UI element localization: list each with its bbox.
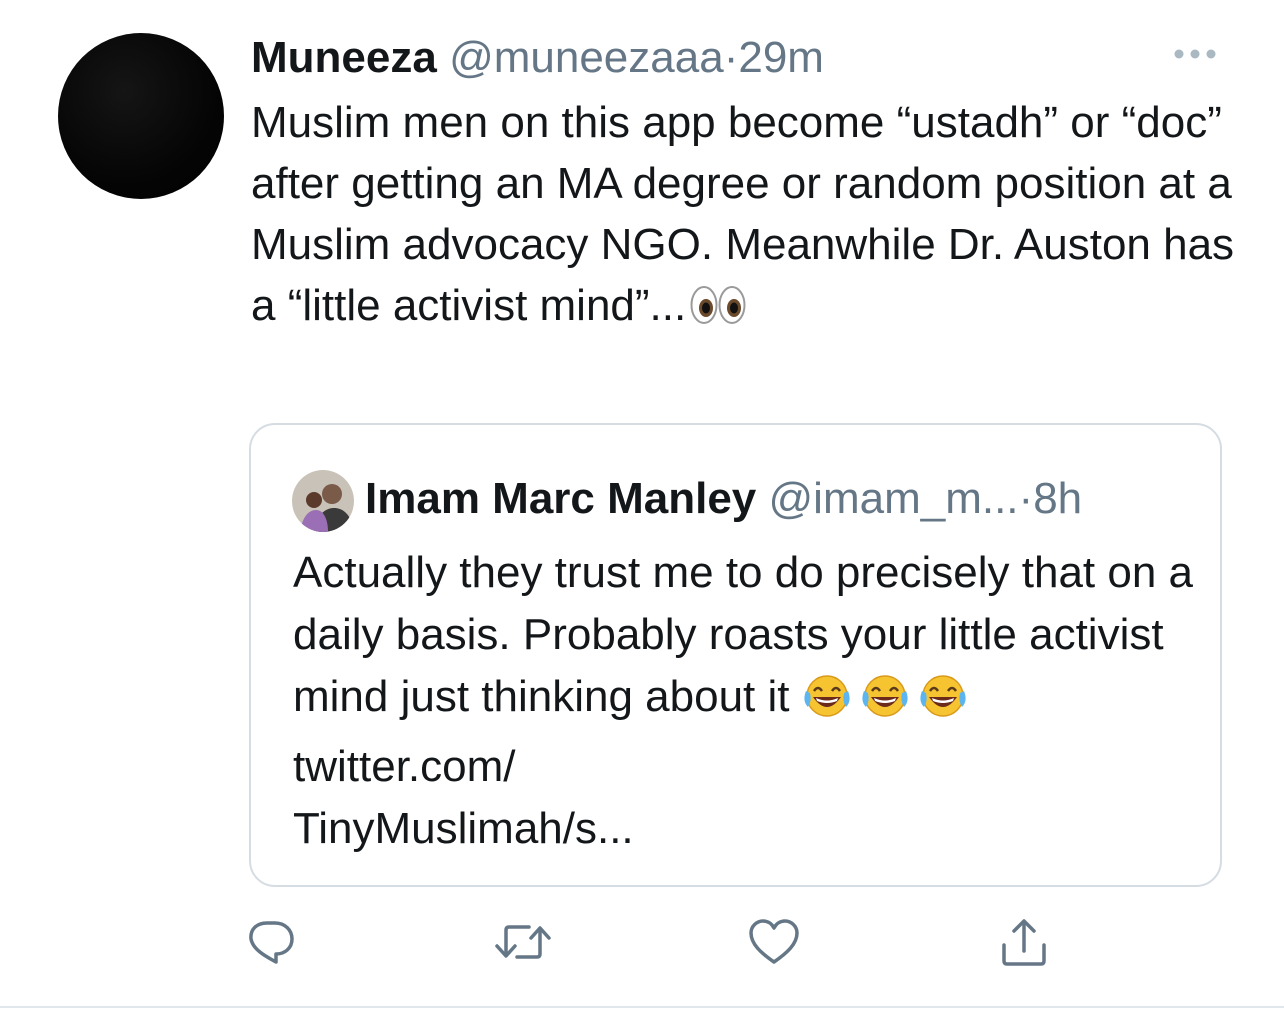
share-icon <box>998 917 1050 972</box>
handle[interactable]: @muneezaaa <box>449 33 724 82</box>
quoted-display-name[interactable]: Imam Marc Manley <box>365 474 756 523</box>
separator: · <box>723 33 739 82</box>
quoted-tweet[interactable]: Imam Marc Manley @imam_m...·8h Actually … <box>249 423 1222 887</box>
quoted-text: Actually they trust me to do precisely t… <box>293 542 1193 860</box>
face-with-tears-of-joy-emoji <box>860 673 910 736</box>
face-with-tears-of-joy-emoji <box>802 673 852 736</box>
share-button[interactable] <box>994 914 1054 974</box>
quoted-timestamp[interactable]: 8h <box>1033 474 1082 523</box>
like-button[interactable] <box>744 914 804 974</box>
eyes-emoji <box>690 281 746 342</box>
timestamp[interactable]: 29m <box>738 33 824 82</box>
quoted-link[interactable]: twitter.com/ TinyMuslimah/s... <box>293 742 634 853</box>
quoted-avatar[interactable] <box>292 470 354 532</box>
retweet-icon <box>493 920 553 969</box>
heart-icon <box>747 918 801 971</box>
reply-button[interactable] <box>241 914 301 974</box>
quoted-separator: · <box>1018 474 1034 523</box>
tweet[interactable]: Muneeza @muneezaaa·29m Muslim men on thi… <box>0 0 1284 1008</box>
quoted-text-content: Actually they trust me to do precisely t… <box>293 548 1206 721</box>
quoted-handle[interactable]: @imam_m... <box>769 474 1019 523</box>
reply-icon <box>245 917 297 972</box>
tweet-header: Muneeza @muneezaaa·29m <box>251 30 824 86</box>
quoted-header: Imam Marc Manley @imam_m...·8h <box>365 471 1082 527</box>
tweet-text-content: Muslim men on this app become “ustadh” o… <box>251 98 1247 330</box>
tweet-text: Muslim men on this app become “ustadh” o… <box>251 92 1241 342</box>
display-name[interactable]: Muneeza <box>251 33 437 82</box>
laughing-emojis <box>802 672 976 721</box>
avatar[interactable] <box>58 33 224 199</box>
more-dots-icon[interactable] <box>1170 44 1220 64</box>
retweet-button[interactable] <box>493 914 553 974</box>
face-with-tears-of-joy-emoji <box>918 673 968 736</box>
